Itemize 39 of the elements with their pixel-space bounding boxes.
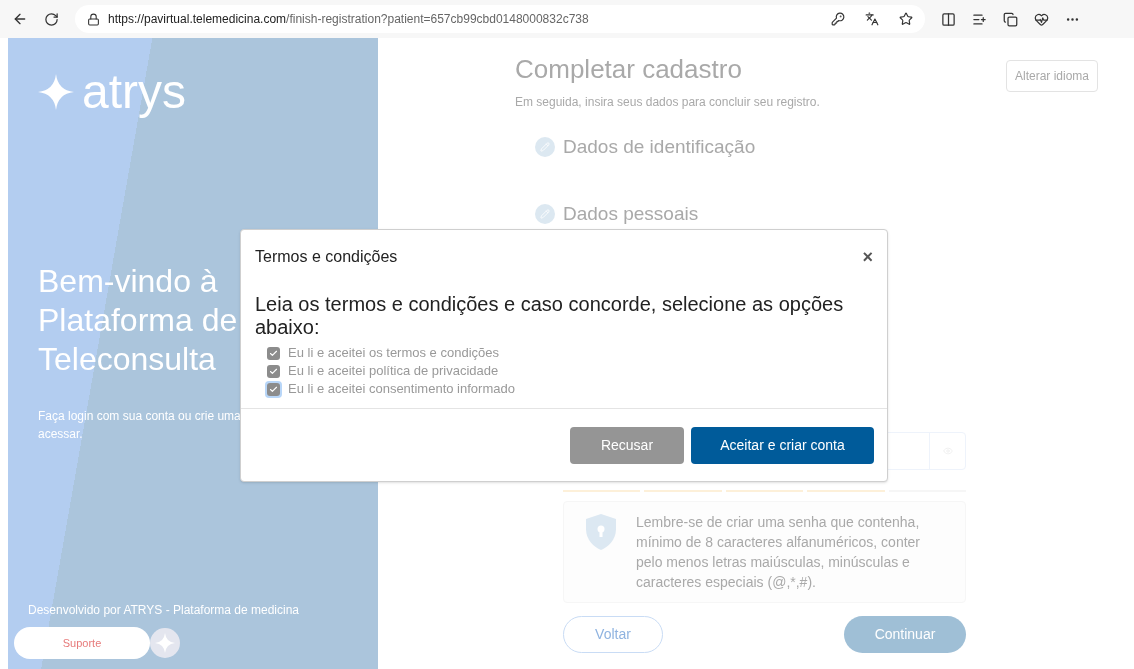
dialog-instruction: Leia os termos e condições e caso concorde, selecione as opções abaixo: [254,293,845,339]
padlock-icon[interactable] [87,12,100,26]
address-bar[interactable]: https://pavirtual.telemedicina.com/finish-registration?patient=657cb99cbd0148000832c738 [75,5,925,33]
translate-icon[interactable] [865,12,879,26]
step-label: Dados pessoais [563,201,699,226]
continue-button[interactable]: Continuar [844,616,966,653]
dialog-title: Termos e condições [255,247,398,267]
shield-keyhole-icon [584,513,618,551]
star-icon[interactable] [899,12,913,26]
back-icon[interactable] [12,11,28,27]
checkbox-label: Eu li e aceitei consentimento informado [288,380,515,398]
heart-pulse-icon[interactable] [1034,11,1049,27]
password-tip-text: Lembre-se de criar uma senha que contenha, mínimo de 8 caracteres alfanuméricos, conter pelo menos letras maiúsculas, minúsculas e caracteres especiais (@,*,#). [636,513,921,592]
checkbox[interactable] [267,346,280,360]
decline-button[interactable]: Recusar [570,426,684,464]
pencil-step-icon [535,137,555,158]
language-button[interactable]: Alterar idioma [1005,60,1098,92]
url-text: https://pavirtual.telemedicina.com/finish-registration?patient=657cb99cbd0148000832c738 [108,11,589,28]
footer-text: Desenvolvido por ATRYS - Plataforma de medicina [28,602,301,619]
checkbox-label: Eu li e aceitei os termos e condições [288,344,499,362]
welcome-heading: Teleconsulta [38,340,216,379]
checkbox[interactable] [267,364,280,378]
accept-button[interactable]: Aceitar e criar conta [691,426,874,464]
welcome-subtitle: Faça login com sua conta ou crie uma [38,408,241,425]
logo-text: atrys [82,68,186,116]
reload-icon[interactable] [44,11,59,27]
close-button[interactable]: × [862,248,873,266]
diamond-star-icon [38,74,74,110]
welcome-subtitle: acessar. [38,426,83,443]
page-title: Completar cadastro [515,53,743,86]
welcome-heading: Plataforma de [38,301,238,340]
step-label: Dados de identificação [563,135,756,159]
support-button[interactable]: Suporte [14,627,150,659]
split-screen-icon[interactable] [941,11,956,27]
page-subtitle: Em seguida, insira seus dados para concluir seu registro. [515,94,820,111]
checkbox-label: Eu li e aceitei política de privacidade [288,362,499,380]
welcome-heading: Bem-vindo à [38,262,218,301]
key-icon[interactable] [831,12,845,26]
pencil-step-icon [535,203,555,224]
